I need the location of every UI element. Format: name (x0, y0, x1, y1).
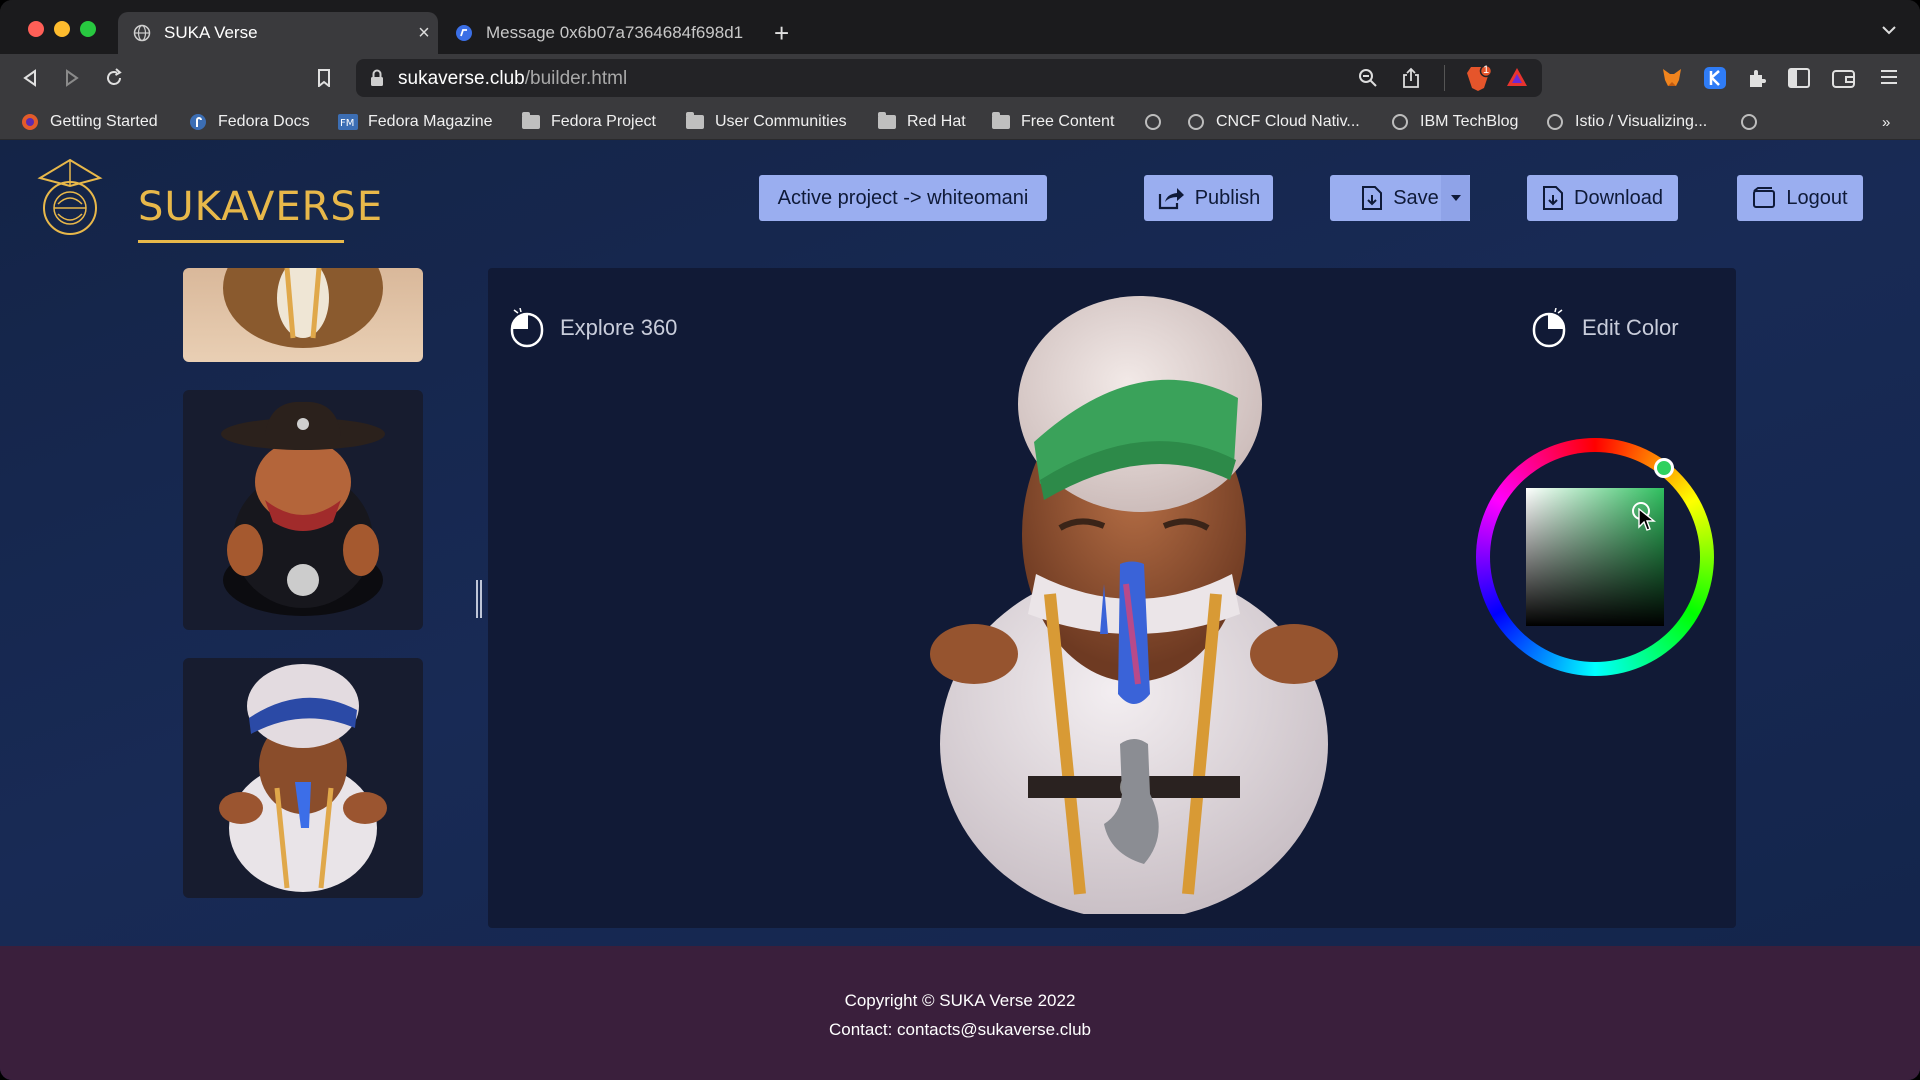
download-file-icon (1362, 186, 1383, 210)
cursor-arrow-icon (1638, 508, 1656, 531)
new-tab-button[interactable]: + (774, 18, 789, 49)
logout-button[interactable]: Logout (1737, 175, 1863, 221)
bookmark-red-hat[interactable]: Red Hat (877, 110, 966, 134)
globe-icon (1390, 113, 1410, 131)
address-bar[interactable]: sukaverse.club/builder.html 1 (356, 59, 1542, 97)
logo-text: SUKAVERSE (138, 184, 384, 230)
brave-rewards-icon[interactable] (1506, 67, 1528, 92)
tab-suka-verse[interactable]: SUKA Verse × (118, 12, 438, 54)
mouse-right-click-icon (1532, 308, 1566, 348)
mouse-left-click-icon (510, 308, 544, 348)
brave-shield-icon[interactable]: 1 (1464, 64, 1493, 97)
svg-text:FM: FM (340, 118, 354, 129)
url-text: sukaverse.club/builder.html (398, 68, 627, 90)
metamask-icon[interactable] (1660, 66, 1684, 95)
lock-icon (370, 69, 384, 92)
page-content: SUKAVERSE Active project -> whiteomani P… (0, 140, 1920, 1080)
thumbnail-character-1[interactable] (183, 268, 423, 362)
shield-badge: 1 (1482, 64, 1490, 76)
folder-icon (877, 112, 897, 131)
tab-strip: SUKA Verse × Message 0x6b07a7364684f698d… (0, 0, 1920, 54)
sukaverse-logo[interactable]: SUKAVERSE (28, 156, 382, 243)
thumbnail-omani-character[interactable] (183, 658, 423, 898)
minimize-window-button[interactable] (54, 21, 70, 37)
browser-window: SUKA Verse × Message 0x6b07a7364684f698d… (0, 0, 1920, 1080)
thumbnail-cowboy-character[interactable] (183, 390, 423, 630)
bookmark-globe[interactable] (1143, 110, 1173, 134)
tab-title: Message 0x6b07a7364684f698d1 (486, 23, 744, 42)
caret-down-icon (1450, 195, 1461, 201)
bookmarks-bar: Getting Started Fedora Docs FM Fedora Ma… (0, 102, 1920, 140)
publish-button[interactable]: Publish (1144, 175, 1273, 221)
fedora-icon (188, 113, 208, 131)
close-window-button[interactable] (28, 21, 44, 37)
page-footer: Copyright © SUKA Verse 2022 Contact: con… (0, 946, 1920, 1080)
back-icon[interactable] (18, 66, 42, 90)
tab-list-chevron-icon[interactable] (1882, 22, 1896, 40)
extensions-icon[interactable] (1746, 67, 1768, 94)
download-button[interactable]: Download (1527, 175, 1678, 221)
bookmark-getting-started[interactable]: Getting Started (20, 110, 158, 134)
omnibox-separator (1444, 65, 1445, 91)
share-icon (1158, 188, 1184, 210)
explore-360-label: Explore 360 (510, 308, 677, 348)
tab-message[interactable]: Message 0x6b07a7364684f698d1 (440, 12, 756, 54)
contact-text: Contact: contacts@sukaverse.club (829, 1020, 1091, 1039)
active-project-button[interactable]: Active project -> whiteomani (759, 175, 1047, 221)
bookmark-free-content[interactable]: Free Content (991, 110, 1114, 134)
forward-icon[interactable] (60, 66, 84, 90)
globe-icon (1545, 113, 1565, 131)
bookmark-globe-2[interactable] (1739, 110, 1769, 134)
download-file-icon (1543, 186, 1564, 210)
folder-icon (521, 112, 541, 131)
globe-icon (1143, 113, 1163, 131)
color-picker[interactable] (1476, 438, 1714, 676)
bookmarks-overflow-icon[interactable]: » (1882, 110, 1890, 134)
logo-emblem-icon (37, 158, 103, 235)
tab-title: SUKA Verse (164, 23, 258, 42)
fedora-firefox-icon (20, 113, 40, 131)
bookmark-ibm-techblog[interactable]: IBM TechBlog (1390, 110, 1518, 134)
wallet-icon[interactable] (1832, 68, 1856, 93)
url-path: /builder.html (524, 68, 628, 89)
fedora-magazine-icon: FM (338, 113, 358, 131)
hue-handle[interactable] (1654, 458, 1674, 478)
globe-icon (132, 23, 152, 43)
bookmark-icon[interactable] (312, 66, 336, 90)
url-domain: sukaverse.club (398, 68, 525, 89)
globe-icon (1739, 113, 1759, 131)
folder-icon (685, 112, 705, 131)
keplr-icon[interactable] (1703, 66, 1727, 95)
logout-icon (1753, 187, 1776, 208)
folder-icon (991, 112, 1011, 131)
bookmark-fedora-docs[interactable]: Fedora Docs (188, 110, 310, 134)
panel-resize-handle[interactable] (476, 580, 484, 618)
copyright-text: Copyright © SUKA Verse 2022 (844, 991, 1076, 1010)
sidebar-icon[interactable] (1788, 68, 1810, 93)
globe-icon (1186, 113, 1206, 131)
app-icon (454, 23, 474, 43)
close-tab-icon[interactable]: × (410, 22, 438, 45)
bookmark-cncf[interactable]: CNCF Cloud Nativ... (1186, 110, 1360, 134)
menu-icon[interactable] (1880, 68, 1898, 91)
share-icon[interactable] (1402, 67, 1420, 94)
maximize-window-button[interactable] (80, 21, 96, 37)
bookmark-user-communities[interactable]: User Communities (685, 110, 847, 134)
bookmark-fedora-magazine[interactable]: FM Fedora Magazine (338, 110, 493, 134)
character-3d-model[interactable] (910, 274, 1350, 914)
logo-underline (138, 240, 344, 243)
model-viewer[interactable]: Explore 360 Edit Color (488, 268, 1736, 928)
zoom-icon[interactable] (1358, 68, 1378, 93)
reload-icon[interactable] (102, 66, 126, 90)
bookmark-istio[interactable]: Istio / Visualizing... (1545, 110, 1707, 134)
bookmark-fedora-project[interactable]: Fedora Project (521, 110, 656, 134)
save-dropdown-button[interactable] (1441, 175, 1470, 221)
edit-color-label: Edit Color (1532, 308, 1679, 348)
